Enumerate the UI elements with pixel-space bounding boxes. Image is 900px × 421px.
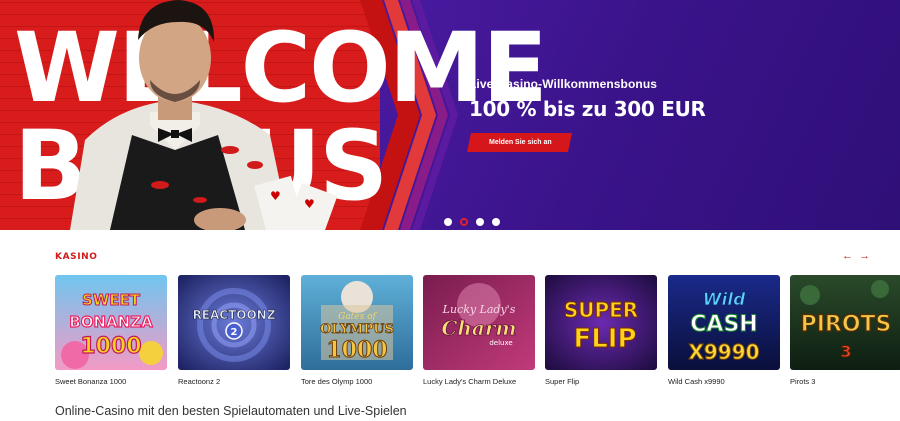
game-card[interactable]: REACTOONZ 2 Reactoonz 2: [178, 275, 290, 386]
game-thumbnail[interactable]: Gates of OLYMPUS 1000: [301, 275, 413, 370]
svg-text:CASH: CASH: [690, 312, 757, 337]
svg-text:Gates of: Gates of: [338, 312, 377, 322]
svg-text:3: 3: [840, 342, 851, 361]
carousel-arrows: ← →: [842, 251, 870, 262]
game-title[interactable]: Wild Cash x9990: [668, 377, 780, 386]
slide-dot-3[interactable]: [476, 218, 484, 226]
svg-text:1000: 1000: [326, 337, 387, 363]
game-card[interactable]: Gates of OLYMPUS 1000 Tore des Olymp 100…: [301, 275, 413, 386]
svg-text:BONANZA: BONANZA: [69, 313, 153, 331]
game-thumbnail[interactable]: SUPER FLIP: [545, 275, 657, 370]
svg-text:FLIP: FLIP: [573, 324, 636, 354]
game-card[interactable]: SUPER FLIP Super Flip: [545, 275, 657, 386]
svg-text:SUPER: SUPER: [564, 298, 638, 322]
svg-text:Charm: Charm: [441, 316, 516, 340]
svg-text:1000: 1000: [80, 334, 141, 359]
svg-text:♥: ♥: [304, 197, 315, 211]
game-thumbnail[interactable]: Wild CASH X9990: [668, 275, 780, 370]
promo-block: Live-Casino-Willkommensbonus 100 % bis z…: [466, 77, 706, 152]
promo-title: 100 % bis zu 300 EUR: [469, 97, 706, 121]
game-title[interactable]: Lucky Lady's Charm Deluxe: [423, 377, 535, 386]
game-thumbnail[interactable]: Lucky Lady's Charm deluxe: [423, 275, 535, 370]
seo-heading: Online-Casino mit den besten Spielautoma…: [55, 404, 407, 418]
arrow-left-icon[interactable]: ←: [842, 251, 853, 262]
svg-text:REACTOONZ: REACTOONZ: [193, 308, 276, 322]
dealer-illustration: ♥ ♥: [70, 0, 338, 230]
svg-text:SWEET: SWEET: [82, 291, 141, 309]
svg-text:♥: ♥: [270, 189, 281, 203]
svg-text:deluxe: deluxe: [489, 339, 512, 347]
hero-banner[interactable]: WELCOME BONUS ♥ ♥ Live-Casino-Willkommen…: [0, 0, 900, 230]
arrow-right-icon[interactable]: →: [859, 251, 870, 262]
slide-indicators: [444, 218, 500, 226]
game-thumbnail[interactable]: REACTOONZ 2: [178, 275, 290, 370]
game-card[interactable]: Wild CASH X9990 Wild Cash x9990: [668, 275, 780, 386]
game-thumbnail[interactable]: PIROTS 3: [790, 275, 900, 370]
svg-text:PIROTS: PIROTS: [801, 312, 892, 337]
game-card[interactable]: SWEET BONANZA 1000 Sweet Bonanza 1000: [55, 275, 167, 386]
game-title[interactable]: Super Flip: [545, 377, 657, 386]
svg-text:Wild: Wild: [703, 290, 746, 310]
game-title[interactable]: Sweet Bonanza 1000: [55, 377, 167, 386]
game-title[interactable]: Pirots 3: [790, 377, 900, 386]
games-carousel: SWEET BONANZA 1000 Sweet Bonanza 1000 RE…: [55, 275, 900, 390]
svg-text:X9990: X9990: [688, 340, 759, 364]
game-title[interactable]: Tore des Olymp 1000: [301, 377, 413, 386]
section-title: KASINO: [55, 252, 98, 262]
slide-dot-2[interactable]: [460, 218, 468, 226]
game-card[interactable]: PIROTS 3 Pirots 3: [790, 275, 900, 386]
casino-section-header: KASINO ← →: [55, 250, 870, 266]
game-thumbnail[interactable]: SWEET BONANZA 1000: [55, 275, 167, 370]
game-card[interactable]: Lucky Lady's Charm deluxe Lucky Lady's C…: [423, 275, 535, 386]
svg-text:Lucky Lady's: Lucky Lady's: [442, 303, 516, 316]
signup-button[interactable]: Melden Sie sich an: [466, 133, 572, 152]
slide-dot-1[interactable]: [444, 218, 452, 226]
slide-dot-4[interactable]: [492, 218, 500, 226]
svg-text:OLYMPUS: OLYMPUS: [320, 322, 394, 337]
signup-button-label: Melden Sie sich an: [489, 139, 552, 146]
promo-subtitle: Live-Casino-Willkommensbonus: [469, 77, 658, 91]
svg-text:2: 2: [231, 327, 238, 338]
game-title[interactable]: Reactoonz 2: [178, 377, 290, 386]
